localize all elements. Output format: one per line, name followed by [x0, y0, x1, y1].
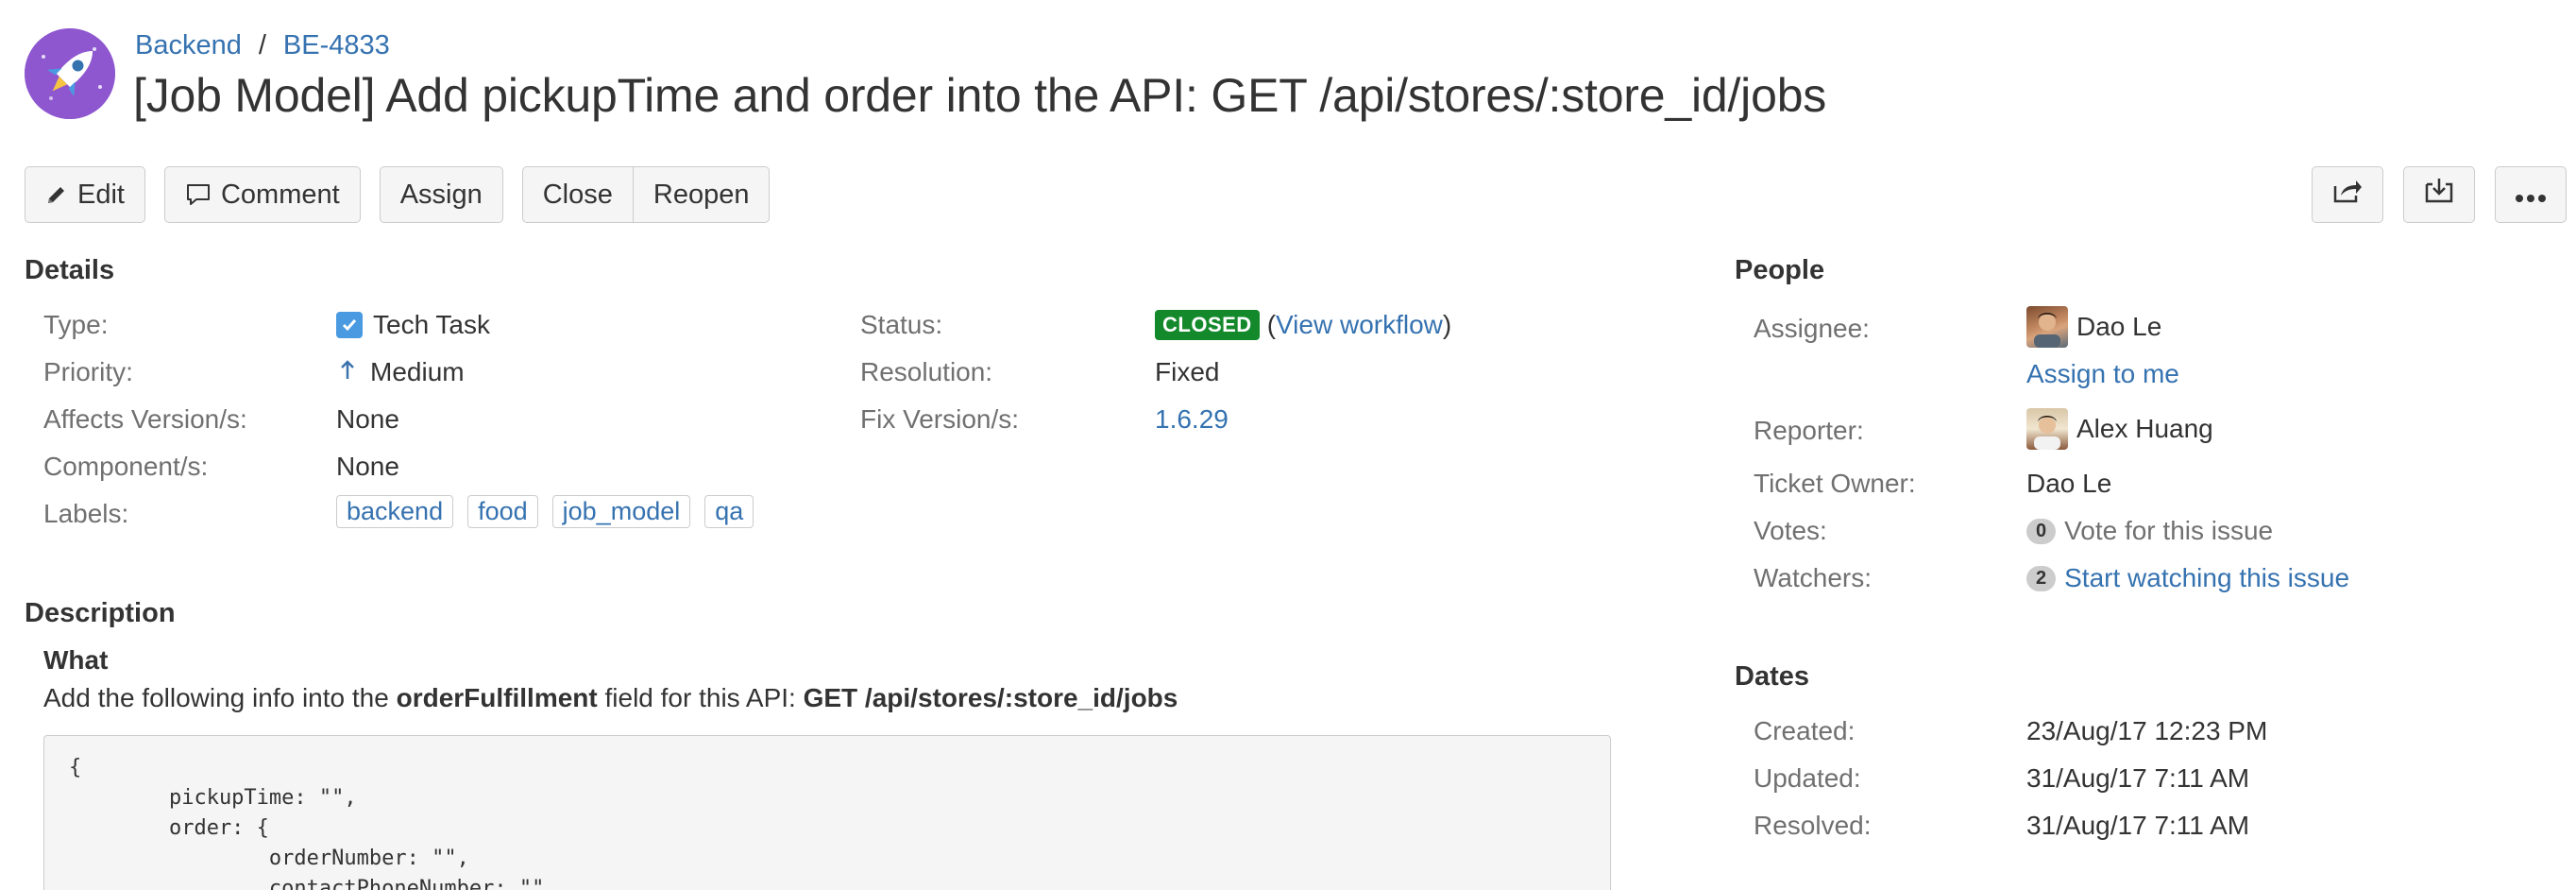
pencil-icon — [45, 183, 68, 206]
breadcrumb-separator: / — [258, 30, 266, 60]
more-actions-button[interactable] — [2495, 166, 2567, 223]
description-text-part: Add the following info into the — [43, 683, 397, 712]
ticket-owner-label: Ticket Owner: — [1754, 469, 1916, 498]
workflow-close-paren: ) — [1442, 310, 1452, 339]
assign-to-me-link[interactable]: Assign to me — [2026, 359, 2179, 389]
more-icon — [2515, 180, 2547, 211]
workflow-open-paren: ( — [1266, 310, 1277, 339]
label-tag[interactable]: food — [467, 495, 538, 528]
dates-heading: Dates — [1735, 661, 1809, 692]
resolution-value: Fixed — [1155, 357, 1220, 386]
fix-version-link[interactable]: 1.6.29 — [1155, 404, 1229, 435]
project-avatar[interactable] — [25, 28, 115, 119]
description-text-part: field for this API: — [597, 683, 804, 712]
affects-versions-label: Affects Version/s: — [43, 404, 247, 434]
export-icon — [2423, 177, 2455, 213]
issue-toolbar: Edit Comment Assign Close Reopen — [25, 166, 788, 223]
reporter-name: Alex Huang — [2076, 414, 2213, 443]
assignee-value[interactable]: Dao Le — [2026, 306, 2161, 348]
fix-versions-label: Fix Version/s: — [860, 404, 1020, 434]
assignee-name: Dao Le — [2076, 312, 2162, 341]
vote-for-issue-text: Vote for this issue — [2064, 516, 2274, 545]
breadcrumb-issue-key-link[interactable]: BE-4833 — [283, 30, 390, 60]
type-value: Tech Task — [336, 310, 490, 340]
toolbar-right — [2312, 166, 2567, 223]
export-button[interactable] — [2403, 166, 2475, 223]
assign-button[interactable]: Assign — [379, 166, 503, 223]
assign-to-me-wrap: Assign to me — [2026, 359, 2179, 389]
label-tag[interactable]: job_model — [551, 495, 691, 528]
description-text: Add the following info into the orderFul… — [43, 683, 1178, 713]
priority-label: Priority: — [43, 357, 133, 386]
ticket-owner-value: Dao Le — [2026, 469, 2112, 498]
votes-value: 0 Vote for this issue — [2026, 516, 2273, 546]
watchers-value: 2 Start watching this issue — [2026, 563, 2349, 593]
avatar — [2026, 408, 2068, 450]
votes-label: Votes: — [1754, 516, 1827, 545]
status-value: CLOSED (View workflow) — [1155, 310, 1451, 340]
comment-button[interactable]: Comment — [163, 166, 361, 223]
close-issue-button[interactable]: Close — [521, 166, 634, 223]
assignee-label: Assignee: — [1754, 314, 1870, 343]
reporter-label: Reporter: — [1754, 416, 1864, 445]
reopen-issue-button[interactable]: Reopen — [633, 166, 771, 223]
type-value-text: Tech Task — [373, 310, 490, 339]
edit-button[interactable]: Edit — [25, 166, 145, 223]
labels-list: backend food job_model qa — [336, 495, 768, 528]
description-heading: Description — [25, 598, 176, 628]
resolved-label: Resolved: — [1754, 811, 1872, 840]
resolved-value: 31/Aug/17 7:11 AM — [2026, 811, 2250, 840]
edit-button-label: Edit — [77, 179, 125, 210]
code-block: { pickupTime: "", order: { orderNumber: … — [43, 735, 1611, 890]
avatar — [2026, 306, 2068, 348]
components-value: None — [336, 452, 399, 481]
status-badge: CLOSED — [1155, 310, 1260, 340]
view-workflow-link[interactable]: View workflow — [1276, 310, 1443, 340]
description-bold-part: GET /api/stores/:store_id/jobs — [803, 683, 1178, 712]
priority-value: Medium — [336, 357, 465, 387]
breadcrumb: Backend / BE-4833 — [135, 30, 390, 61]
description-subheading: What — [43, 645, 109, 675]
checkbox-icon — [336, 312, 363, 338]
watchers-label: Watchers: — [1754, 563, 1872, 592]
label-tag[interactable]: qa — [704, 495, 754, 528]
updated-label: Updated: — [1754, 763, 1861, 793]
type-label: Type: — [43, 310, 109, 339]
share-button[interactable] — [2312, 166, 2383, 223]
votes-count-badge: 0 — [2026, 518, 2057, 544]
breadcrumb-project-link[interactable]: Backend — [135, 30, 242, 60]
status-label: Status: — [860, 310, 943, 339]
affects-versions-value: None — [336, 404, 399, 434]
components-label: Component/s: — [43, 452, 209, 481]
priority-value-text: Medium — [370, 357, 465, 386]
fix-versions-value: 1.6.29 — [1155, 404, 1229, 435]
description-bold-part: orderFulfillment — [396, 683, 598, 712]
created-label: Created: — [1754, 716, 1856, 745]
updated-value: 31/Aug/17 7:11 AM — [2026, 763, 2250, 793]
resolution-label: Resolution: — [860, 357, 993, 386]
arrow-up-icon — [340, 358, 355, 387]
created-value: 23/Aug/17 12:23 PM — [2026, 716, 2268, 745]
details-heading: Details — [25, 255, 115, 285]
people-heading: People — [1735, 255, 1825, 285]
page-title[interactable]: [Job Model] Add pickupTime and order int… — [133, 68, 1826, 123]
reporter-value[interactable]: Alex Huang — [2026, 408, 2213, 450]
rocket-icon — [25, 28, 115, 119]
label-tag[interactable]: backend — [336, 495, 454, 528]
comment-icon — [185, 182, 212, 207]
watchers-count-badge[interactable]: 2 — [2026, 565, 2057, 591]
comment-button-label: Comment — [220, 179, 340, 210]
share-icon — [2331, 177, 2364, 213]
start-watching-link[interactable]: Start watching this issue — [2064, 563, 2349, 593]
labels-label: Labels: — [43, 499, 129, 528]
